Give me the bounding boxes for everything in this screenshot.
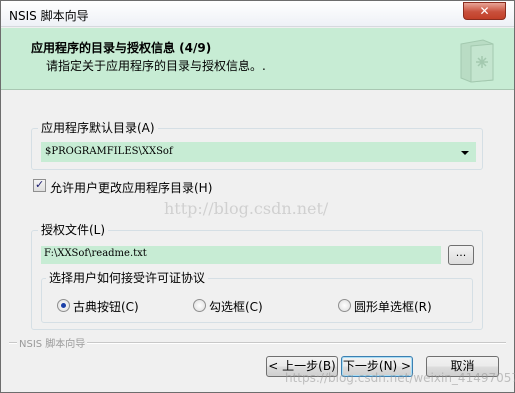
accept-method-group-label: 选择用户如何接受许可证协议	[46, 271, 209, 285]
default-dir-value: $PROGRAMFILES\XXSof	[45, 146, 173, 157]
radio-radio-button-label[interactable]: 圆形单选框(R)	[354, 298, 432, 315]
default-dir-group-label: 应用程序默认目录(A)	[38, 121, 158, 135]
brand-label: NSIS 脚本向导	[17, 335, 88, 350]
watermark-text: http://blog.csdn.net/	[164, 199, 329, 218]
radio-selected-dot	[61, 303, 66, 308]
close-button[interactable]: ✕	[463, 2, 506, 20]
radio-checkbox[interactable]	[193, 299, 206, 312]
page-header: 应用程序的目录与授权信息 (4/9) 请指定关于应用程序的目录与授权信息。.	[1, 28, 514, 90]
allow-change-dir-checkbox[interactable]: ✓	[33, 178, 46, 192]
page-title: 应用程序的目录与授权信息 (4/9)	[31, 41, 212, 55]
license-group-label: 授权文件(L)	[38, 223, 109, 237]
default-dir-combobox[interactable]: $PROGRAMFILES\XXSof	[41, 142, 476, 162]
radio-radio-button[interactable]	[338, 299, 351, 312]
page-subtitle: 请指定关于应用程序的目录与授权信息。.	[46, 59, 266, 73]
license-file-value: F:\XXSof\readme.txt	[44, 248, 147, 259]
window-title: NSIS 脚本向导	[9, 9, 89, 23]
radio-classic-button-label[interactable]: 古典按钮(C)	[73, 298, 139, 315]
wizard-window: NSIS 脚本向导 ✕ 应用程序的目录与授权信息 (4/9) 请指定关于应用程序…	[0, 0, 515, 393]
radio-classic-button[interactable]	[57, 299, 70, 312]
browse-button[interactable]: ...	[448, 245, 474, 265]
close-icon: ✕	[479, 4, 490, 18]
title-bar[interactable]: NSIS 脚本向导 ✕	[1, 1, 514, 27]
license-file-input[interactable]: F:\XXSof\readme.txt	[41, 246, 441, 264]
checkmark-icon: ✓	[35, 178, 45, 191]
book-wizard-icon	[460, 39, 494, 83]
watermark-url: https://blog.csdn.net/weixin_41497057	[285, 371, 515, 385]
radio-checkbox-label[interactable]: 勾选框(C)	[209, 298, 263, 315]
dropdown-arrow-icon[interactable]	[461, 151, 469, 155]
allow-change-dir-label[interactable]: 允许用户更改应用程序目录(H)	[50, 179, 212, 196]
